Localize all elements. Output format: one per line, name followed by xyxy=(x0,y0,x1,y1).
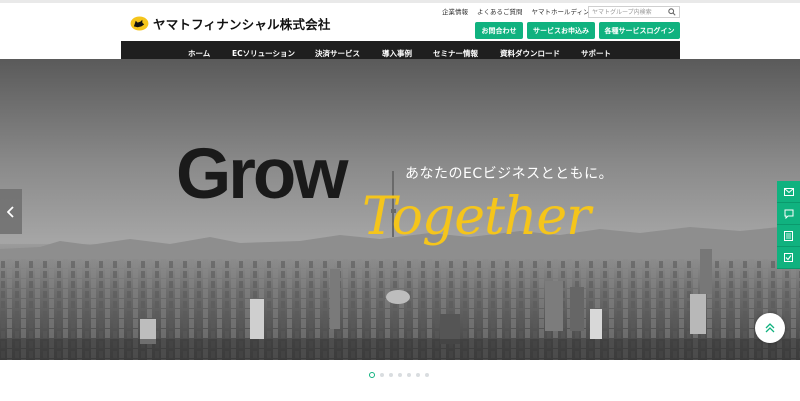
search-button[interactable] xyxy=(665,7,679,17)
slider-dot[interactable] xyxy=(398,373,402,377)
util-link-company[interactable]: 企業情報 xyxy=(442,8,468,17)
search-box xyxy=(588,6,680,18)
utility-links: 企業情報 よくあるご質問 ヤマトホールディングス xyxy=(442,8,603,17)
nav-item-support[interactable]: サポート xyxy=(581,48,611,59)
company-name: ヤマトフィナンシャル株式会社 xyxy=(153,17,331,32)
top-border xyxy=(0,0,800,3)
slider-prev-button[interactable] xyxy=(0,189,22,234)
mail-icon xyxy=(783,187,794,196)
hero-script-text: Together xyxy=(362,187,591,247)
search-input[interactable] xyxy=(589,7,665,17)
util-link-faq[interactable]: よくあるご質問 xyxy=(477,8,523,17)
service-apply-button[interactable]: サービスお申込み xyxy=(527,22,595,39)
nav-item-payment[interactable]: 決済サービス xyxy=(315,48,360,59)
nav-item-case-studies[interactable]: 導入事例 xyxy=(382,48,412,59)
search-icon xyxy=(668,8,676,16)
slider-dot[interactable] xyxy=(407,373,411,377)
side-tab-checklist[interactable] xyxy=(777,247,800,269)
slider-dot[interactable] xyxy=(389,373,393,377)
slider-dot[interactable] xyxy=(369,372,375,378)
company-logo[interactable]: ヤマトフィナンシャル株式会社 xyxy=(130,14,331,33)
nav-item-home[interactable]: ホーム xyxy=(188,48,210,59)
chat-icon xyxy=(784,209,793,219)
checklist-icon xyxy=(784,253,793,262)
document-icon xyxy=(784,230,793,241)
slider-dot[interactable] xyxy=(416,373,420,377)
side-tab-chat[interactable] xyxy=(777,203,800,225)
service-login-button[interactable]: 各種サービスログイン xyxy=(599,22,680,39)
hero-tagline: あなたのECビジネスとともに。 xyxy=(405,166,614,182)
nav-item-ec-solution[interactable]: ECソリューション xyxy=(232,48,295,59)
nav-item-seminars[interactable]: セミナー情報 xyxy=(433,48,478,59)
side-floating-menu xyxy=(777,181,800,269)
side-tab-mail[interactable] xyxy=(777,181,800,203)
black-cat-logo-icon xyxy=(130,16,149,31)
contact-button[interactable]: お問合わせ xyxy=(475,22,523,39)
hero-headline: Grow xyxy=(176,135,348,214)
nav-item-downloads[interactable]: 資料ダウンロード xyxy=(500,48,560,59)
slider-pagination xyxy=(369,372,429,378)
chevron-left-icon xyxy=(7,205,14,218)
slider-dot[interactable] xyxy=(425,373,429,377)
chevron-up-icon xyxy=(765,323,775,333)
back-to-top-button[interactable] xyxy=(755,313,785,343)
slider-dot[interactable] xyxy=(380,373,384,377)
hero-slider: Grow あなたのECビジネスとともに。 Together xyxy=(0,59,800,360)
side-tab-document[interactable] xyxy=(777,225,800,247)
